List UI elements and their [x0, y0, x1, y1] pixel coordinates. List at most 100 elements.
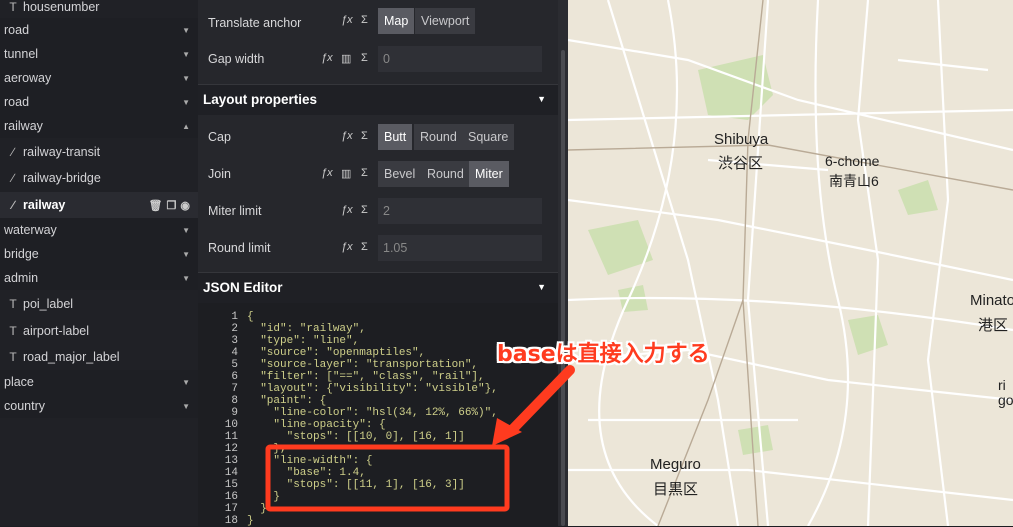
layer-group-aeroway[interactable]: aeroway ▼: [0, 66, 198, 90]
line-number: 15: [224, 479, 238, 491]
layer-label: place: [4, 375, 34, 389]
miter-limit-input[interactable]: 2: [378, 198, 542, 224]
layer-item-railway-transit[interactable]: ∕ railway-transit: [0, 139, 198, 165]
layer-item-airport-label[interactable]: Tairport-label: [0, 318, 198, 344]
json-code: "line-opacity": {: [247, 419, 386, 431]
layer-label: waterway: [4, 223, 57, 237]
json-line: 16 }: [198, 491, 558, 503]
symbol-layer-icon: T: [9, 324, 17, 338]
layout-properties-header[interactable]: Layout properties ▼: [198, 84, 558, 115]
translate-anchor-map-button[interactable]: Map: [378, 8, 415, 34]
json-line: 12 },: [198, 443, 558, 455]
caret-down-icon[interactable]: ▼: [182, 50, 190, 59]
data-chart-icon[interactable]: ▥: [341, 167, 351, 180]
layer-label: tunnel: [4, 47, 39, 61]
layer-item-poi_label[interactable]: Tpoi_label: [0, 291, 198, 317]
join-bevel-button[interactable]: Bevel: [378, 161, 422, 187]
line-number: 17: [224, 503, 238, 515]
caret-down-icon[interactable]: ▼: [182, 98, 190, 107]
caret-up-icon[interactable]: ▲: [182, 122, 190, 131]
caret-down-icon[interactable]: ▼: [182, 402, 190, 411]
join-round-button[interactable]: Round: [421, 161, 470, 187]
sigma-icon[interactable]: Σ: [361, 52, 368, 64]
layer-group-waterway[interactable]: waterway ▼: [0, 218, 198, 242]
function-icon[interactable]: ƒx: [321, 167, 333, 179]
layer-group-road[interactable]: road ▼: [0, 18, 198, 42]
line-number: 13: [224, 455, 238, 467]
round-limit-input[interactable]: 1.05: [378, 235, 542, 261]
map-view[interactable]: Shibuya 渋谷区 6-chome 南青山6 Minato 港区 Megur…: [568, 0, 1013, 526]
layer-label: road: [4, 95, 30, 109]
sigma-icon[interactable]: Σ: [361, 167, 368, 179]
layer-group-admin[interactable]: admin ▼: [0, 266, 198, 290]
layer-label: road_major_label: [23, 350, 120, 364]
json-line: 14 "base": 1.4,: [198, 467, 558, 479]
line-number: 11: [224, 431, 238, 443]
translate-anchor-viewport-button[interactable]: Viewport: [415, 8, 476, 34]
function-icon[interactable]: ƒx: [341, 130, 353, 142]
layer-group-bridge[interactable]: bridge ▼: [0, 242, 198, 266]
gap-width-input[interactable]: 0: [378, 46, 542, 72]
json-line: 2 "id": "railway",: [198, 323, 558, 335]
caret-down-icon[interactable]: ▼: [182, 378, 190, 387]
property-panel: Translate anchor ƒx Σ Map Viewport Gap w…: [198, 0, 558, 527]
function-icon[interactable]: ƒx: [341, 241, 353, 253]
caret-down-icon: ▼: [537, 282, 546, 292]
json-code: "stops": [[11, 1], [16, 3]]: [247, 479, 465, 491]
layer-item-road_major_label[interactable]: Troad_major_label: [0, 344, 198, 370]
map-label-partial-go: go: [998, 392, 1013, 408]
json-code: }: [247, 503, 267, 515]
annotation-text: baseは直接入力する: [497, 342, 710, 367]
caret-down-icon[interactable]: ▼: [182, 274, 190, 283]
layer-item-housenumber[interactable]: Thousenumber: [0, 0, 198, 20]
sigma-icon[interactable]: Σ: [361, 204, 368, 216]
caret-down-icon[interactable]: ▼: [182, 26, 190, 35]
layer-item-railway-bridge[interactable]: ∕ railway-bridge: [0, 165, 198, 191]
layout-properties-title: Layout properties: [203, 92, 318, 107]
join-miter-button[interactable]: Miter: [469, 161, 509, 187]
line-layer-icon: ∕: [11, 198, 14, 212]
layer-group-country[interactable]: country ▼: [0, 394, 198, 418]
cap-square-button[interactable]: Square: [462, 124, 515, 150]
caret-down-icon[interactable]: ▼: [182, 250, 190, 259]
trash-icon[interactable]: 🗑: [149, 199, 163, 212]
json-editor-header[interactable]: JSON Editor ▼: [198, 272, 558, 303]
json-line: 8 "paint": {: [198, 395, 558, 407]
cap-butt-button[interactable]: Butt: [378, 124, 413, 150]
map-label-meguro: Meguro: [650, 456, 701, 473]
layer-item-railway[interactable]: ∕ railway 🗑 ❐ ◉: [0, 192, 198, 218]
layer-label: poi_label: [23, 297, 74, 311]
line-layer-icon: ∕: [11, 145, 14, 159]
caret-down-icon[interactable]: ▼: [182, 226, 190, 235]
map-label-shibuya: Shibuya: [714, 131, 769, 148]
layer-label: bridge: [4, 247, 39, 261]
json-code: "type": "line",: [247, 335, 360, 347]
json-line: 1{: [198, 311, 558, 323]
sigma-icon[interactable]: Σ: [361, 241, 368, 253]
map-canvas: [568, 0, 1013, 526]
symbol-layer-icon: T: [9, 297, 17, 311]
data-chart-icon[interactable]: ▥: [341, 52, 351, 65]
layer-group-place[interactable]: place ▼: [0, 370, 198, 394]
layer-group-tunnel[interactable]: tunnel ▼: [0, 42, 198, 66]
json-code: "layout": {"visibility": "visible"},: [247, 383, 498, 395]
json-line: 7 "layout": {"visibility": "visible"},: [198, 383, 558, 395]
copy-icon[interactable]: ❐: [167, 199, 177, 212]
cap-round-button[interactable]: Round: [414, 124, 463, 150]
eye-icon[interactable]: ◉: [180, 199, 190, 212]
function-icon[interactable]: ƒx: [341, 204, 353, 216]
function-icon[interactable]: ƒx: [341, 14, 353, 26]
panel-scrollbar[interactable]: [558, 0, 568, 526]
caret-down-icon[interactable]: ▼: [182, 74, 190, 83]
sigma-icon[interactable]: Σ: [361, 130, 368, 142]
json-line: 10 "line-opacity": {: [198, 419, 558, 431]
cap-row: Cap ƒx Σ Butt Round Square: [198, 124, 558, 154]
function-icon[interactable]: ƒx: [321, 52, 333, 64]
layer-tools: 🗑 ❐ ◉: [149, 199, 190, 212]
line-layer-icon: ∕: [11, 171, 14, 185]
scrollbar-thumb[interactable]: [561, 50, 565, 526]
line-number: 9: [231, 407, 238, 419]
layer-group-road[interactable]: road ▼: [0, 90, 198, 114]
sigma-icon[interactable]: Σ: [361, 14, 368, 26]
layer-group-railway[interactable]: railway ▲: [0, 114, 198, 138]
